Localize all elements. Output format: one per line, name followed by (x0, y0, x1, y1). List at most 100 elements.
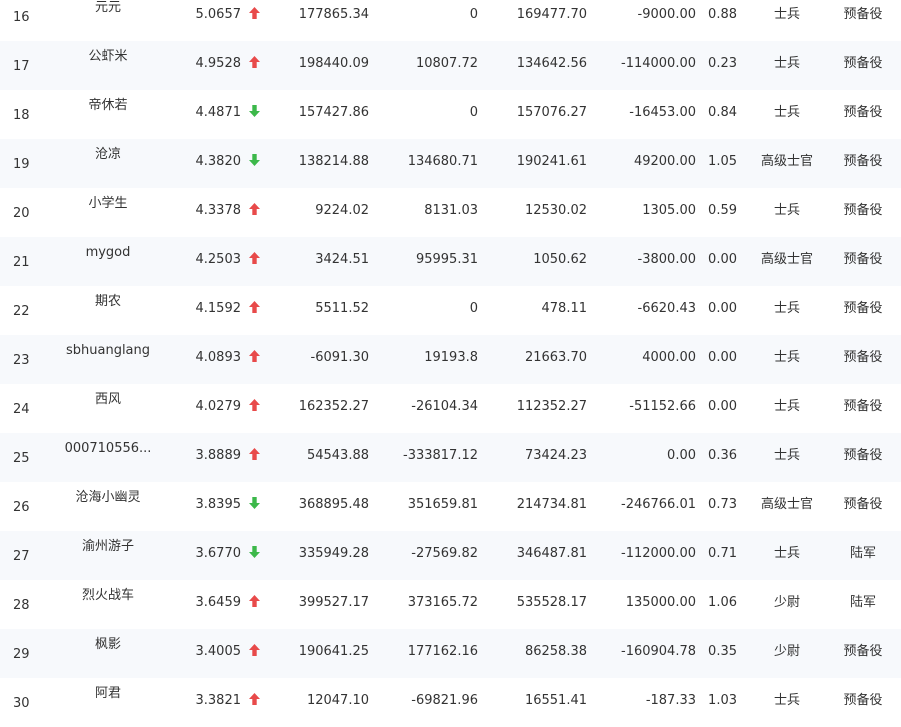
value-3-cell: 169477.70 (516, 7, 587, 22)
ratio-cell: 0.00 (708, 252, 737, 267)
score-cell: 3.8395 (195, 497, 242, 512)
value-3-cell: 21663.70 (524, 350, 587, 365)
status-cell: 陆军 (849, 546, 876, 561)
value-3-cell: 346487.81 (516, 546, 587, 561)
value-4-cell: 135000.00 (625, 595, 696, 610)
player-name[interactable]: 沧凉 (38, 147, 178, 163)
table-row[interactable]: 29 枫影 3.4005 190641.25 177162.16 86258.38 -160… (0, 629, 901, 678)
value-1-cell: 157427.86 (298, 105, 369, 120)
player-name[interactable]: 阿君 (38, 686, 178, 702)
table-row[interactable]: 19 沧凉 4.3820 138214.88 134680.71 190241.61 492… (0, 139, 901, 188)
table-row[interactable]: 22 期农 4.1592 5511.52 0 478.11 -6620.43 0.00 士兵 预备… (0, 286, 901, 335)
player-name[interactable]: 公虾米 (38, 49, 178, 65)
score-cell: 3.6459 (195, 595, 242, 610)
value-2-cell: 10807.72 (415, 56, 478, 71)
military-rank-cell: 高级士官 (760, 154, 813, 169)
arrow-up-icon (248, 6, 262, 20)
arrow-down-icon (248, 545, 262, 559)
value-3-cell: 86258.38 (524, 644, 587, 659)
table-row[interactable]: 18 帝休若 4.4871 157427.86 0 157076.27 -16453.00 0… (0, 90, 901, 139)
ratio-cell: 0.00 (708, 399, 737, 414)
player-name[interactable]: 烈火战车 (38, 588, 178, 604)
ratio-cell: 0.71 (708, 546, 737, 561)
table-row[interactable]: 17 公虾米 4.9528 198440.09 10807.72 134642.56 -11… (0, 41, 901, 90)
table-row[interactable]: 24 西风 4.0279 162352.27 -26104.34 112352.27 -51… (0, 384, 901, 433)
ratio-cell: 0.36 (708, 448, 737, 463)
player-name[interactable]: 帝休若 (38, 98, 178, 114)
rank-cell: 19 (13, 157, 30, 172)
value-4-cell: -16453.00 (629, 105, 696, 120)
value-1-cell: -6091.30 (310, 350, 369, 365)
value-3-cell: 478.11 (541, 301, 588, 316)
arrow-up-icon (248, 398, 262, 412)
value-4-cell: 4000.00 (642, 350, 696, 365)
value-3-cell: 12530.02 (524, 203, 587, 218)
status-cell: 预备役 (843, 301, 883, 316)
arrow-up-icon (248, 643, 262, 657)
ratio-cell: 0.00 (708, 301, 737, 316)
score-cell: 3.8889 (195, 448, 242, 463)
value-1-cell: 9224.02 (315, 203, 369, 218)
status-cell: 预备役 (843, 252, 883, 267)
status-cell: 预备役 (843, 105, 883, 120)
status-cell: 预备役 (843, 350, 883, 365)
value-4-cell: 1305.00 (642, 203, 696, 218)
military-rank-cell: 士兵 (773, 693, 800, 708)
arrow-down-icon (248, 104, 262, 118)
value-1-cell: 12047.10 (306, 693, 369, 708)
table-row[interactable]: 20 小学生 4.3378 9224.02 8131.03 12530.02 1305.00… (0, 188, 901, 237)
ranking-table: 16 元元 5.0657 177865.34 0 169477.70 -9000.00 0.8… (0, 0, 901, 727)
rank-cell: 16 (13, 10, 30, 25)
table-row[interactable]: 30 阿君 3.3821 12047.10 -69821.96 16551.41 -187.… (0, 678, 901, 727)
arrow-down-icon (248, 153, 262, 167)
value-3-cell: 535528.17 (516, 595, 587, 610)
military-rank-cell: 士兵 (773, 105, 800, 120)
value-3-cell: 1050.62 (533, 252, 587, 267)
arrow-down-icon (248, 496, 262, 510)
value-3-cell: 157076.27 (516, 105, 587, 120)
player-name[interactable]: 期农 (38, 294, 178, 310)
player-name[interactable]: 枫影 (38, 637, 178, 653)
player-name[interactable]: 西风 (38, 392, 178, 408)
value-2-cell: 19193.8 (424, 350, 478, 365)
player-name[interactable]: mygod (38, 245, 178, 261)
player-name[interactable]: 小学生 (38, 196, 178, 212)
table-row[interactable]: 25 000710556... 3.8889 54543.88 -333817.12 73… (0, 433, 901, 482)
value-4-cell: -187.33 (645, 693, 696, 708)
player-name[interactable]: 000710556... (38, 441, 178, 457)
value-3-cell: 16551.41 (524, 693, 587, 708)
military-rank-cell: 少尉 (773, 595, 800, 610)
value-2-cell: -26104.34 (411, 399, 478, 414)
value-4-cell: -9000.00 (637, 7, 696, 22)
table-row[interactable]: 27 渝州游子 3.6770 335949.28 -27569.82 346487.81 -… (0, 531, 901, 580)
status-cell: 预备役 (843, 497, 883, 512)
arrow-up-icon (248, 349, 262, 363)
arrow-up-icon (248, 202, 262, 216)
military-rank-cell: 士兵 (773, 301, 800, 316)
table-row[interactable]: 26 沧海小幽灵 3.8395 368895.48 351659.81 214734.81… (0, 482, 901, 531)
status-cell: 陆军 (849, 595, 876, 610)
military-rank-cell: 士兵 (773, 203, 800, 218)
table-row[interactable]: 21 mygod 4.2503 3424.51 95995.31 1050.62 -3800… (0, 237, 901, 286)
table-row[interactable]: 23 sbhuanglang 4.0893 -6091.30 19193.8 21663.… (0, 335, 901, 384)
score-cell: 4.1592 (195, 301, 242, 316)
value-4-cell: -51152.66 (629, 399, 696, 414)
rank-cell: 30 (13, 696, 30, 711)
value-2-cell: 95995.31 (415, 252, 478, 267)
player-name[interactable]: 沧海小幽灵 (38, 490, 178, 506)
arrow-up-icon (248, 594, 262, 608)
status-cell: 预备役 (843, 399, 883, 414)
value-2-cell: 0 (469, 7, 478, 22)
player-name[interactable]: 渝州游子 (38, 539, 178, 555)
player-name[interactable]: sbhuanglang (38, 343, 178, 359)
player-name[interactable]: 元元 (38, 0, 178, 16)
military-rank-cell: 高级士官 (760, 497, 813, 512)
table-row[interactable]: 28 烈火战车 3.6459 399527.17 373165.72 535528.17 1… (0, 580, 901, 629)
arrow-up-icon (248, 55, 262, 69)
military-rank-cell: 士兵 (773, 7, 800, 22)
value-2-cell: 373165.72 (407, 595, 478, 610)
value-3-cell: 190241.61 (516, 154, 587, 169)
value-2-cell: 0 (469, 105, 478, 120)
score-cell: 5.0657 (195, 7, 242, 22)
table-row[interactable]: 16 元元 5.0657 177865.34 0 169477.70 -9000.00 0.8… (0, 0, 901, 41)
